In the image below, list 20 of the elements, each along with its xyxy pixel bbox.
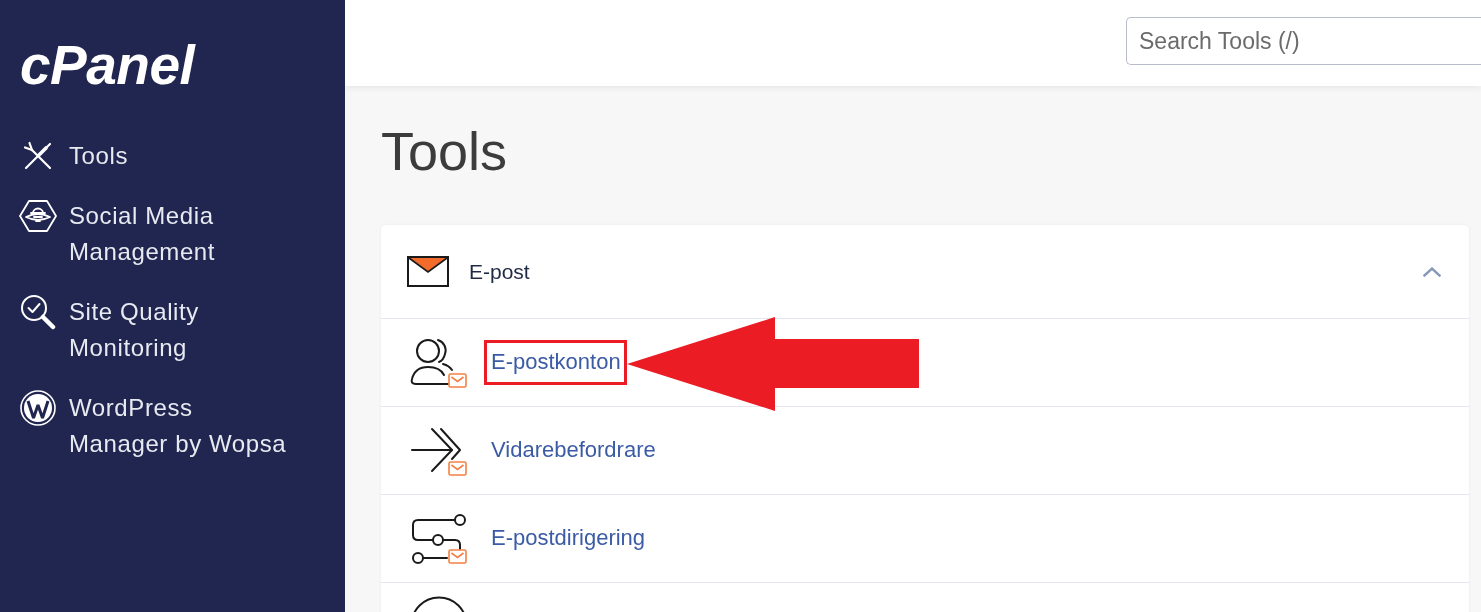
w-logo-icon (20, 390, 56, 426)
double-arrow-envelope-icon (410, 425, 468, 476)
magnifier-check-icon (20, 294, 56, 330)
chevron-up-icon[interactable] (1423, 266, 1441, 277)
tool-link[interactable]: Vidarebefordrare (491, 435, 656, 465)
tool-link[interactable]: E-postdirigering (491, 523, 646, 553)
route-nodes-envelope-icon (410, 513, 468, 564)
tool-link[interactable]: E-postkonton (491, 347, 621, 377)
person-envelope-icon (410, 337, 468, 388)
envelope-icon (407, 256, 449, 287)
sidebar-item[interactable]: Social Media Management (0, 198, 295, 270)
sidebar-item[interactable]: Site Quality Monitoring (0, 294, 295, 366)
logo[interactable]: cPanel (20, 38, 195, 92)
crossed-tools-icon (23, 141, 53, 171)
page-title: Tools (381, 120, 508, 183)
search-field[interactable]: Search Tools (/) (1126, 17, 1481, 65)
sidebar-item[interactable]: Tools (0, 138, 295, 174)
sidebar-item[interactable]: WordPress Manager by Wopsa (0, 390, 295, 462)
section-title[interactable]: E-post (469, 259, 530, 284)
hexagon-icon (19, 200, 57, 232)
